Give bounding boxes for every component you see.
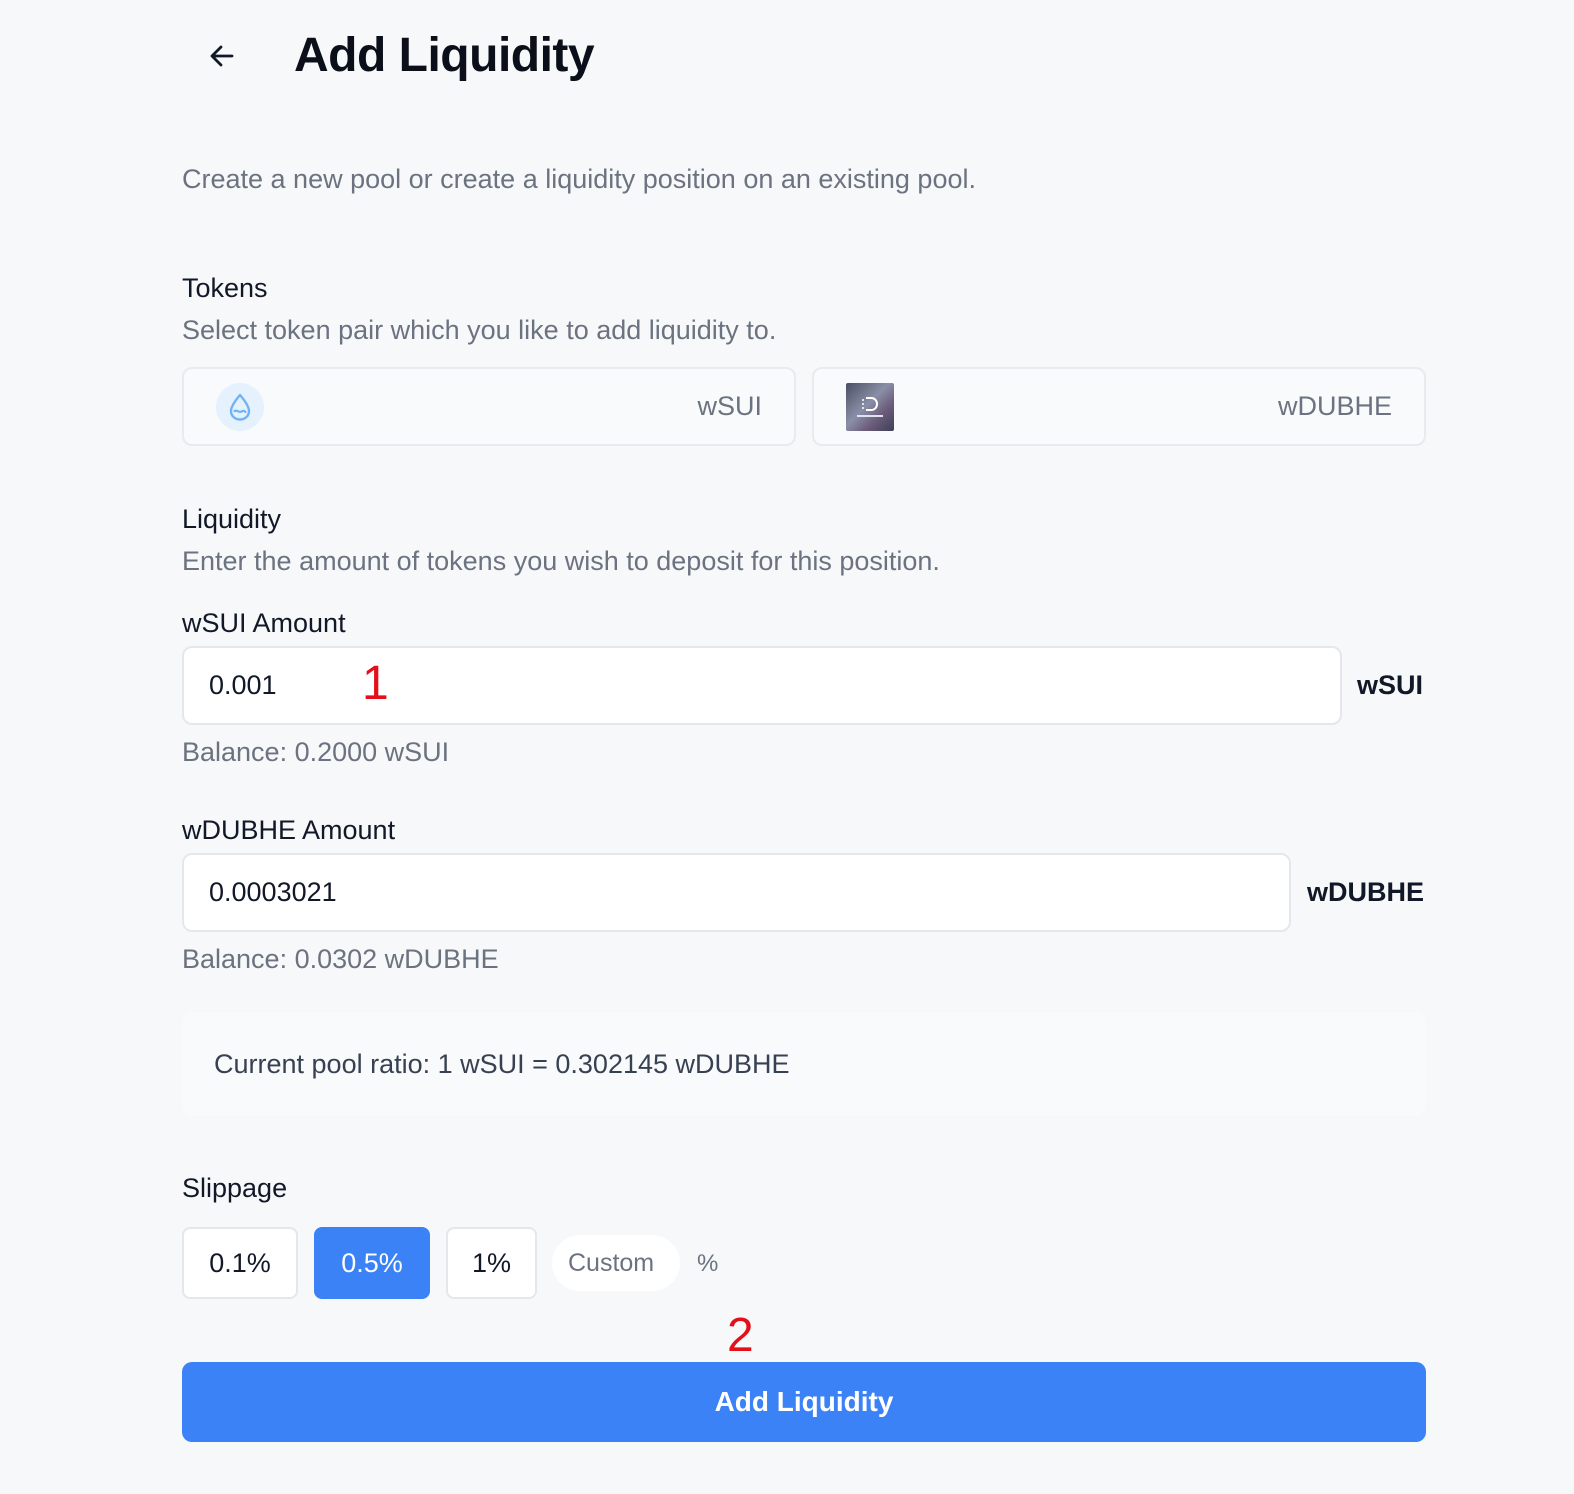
token-a-unit: wSUI <box>1357 670 1424 700</box>
percent-sign: % <box>697 1250 719 1277</box>
annotation-marker-2: 2 <box>727 1309 754 1362</box>
slippage-section-title: Slippage <box>182 1173 288 1203</box>
page-subtitle: Create a new pool or create a liquidity … <box>182 164 976 194</box>
custom-slippage-input[interactable] <box>552 1235 680 1291</box>
slippage-option-1[interactable]: 1% <box>446 1227 537 1299</box>
liquidity-section-title: Liquidity <box>182 504 282 534</box>
token-a-amount-input[interactable] <box>182 646 1342 725</box>
add-liquidity-button[interactable]: Add Liquidity <box>182 1362 1426 1442</box>
token-b-amount-input[interactable] <box>182 853 1291 932</box>
annotation-marker-1: 1 <box>362 657 389 710</box>
tokens-section-title: Tokens <box>182 273 268 303</box>
liquidity-section-description: Enter the amount of tokens you wish to d… <box>182 546 940 576</box>
token-b-amount-label: wDUBHE Amount <box>182 815 396 845</box>
token-b-unit: wDUBHE <box>1307 877 1425 907</box>
token-b-selector[interactable]: wDUBHE <box>812 367 1426 446</box>
token-a-selector[interactable]: wSUI <box>182 367 796 446</box>
token-a-amount-label: wSUI Amount <box>182 608 346 638</box>
pool-ratio-panel: Current pool ratio: 1 wSUI = 0.302145 wD… <box>182 1012 1426 1116</box>
token-b-balance: Balance: 0.0302 wDUBHE <box>182 944 499 974</box>
token-a-name: wSUI <box>697 391 762 421</box>
add-liquidity-page: Add Liquidity Create a new pool or creat… <box>0 0 1574 1494</box>
slippage-option-0-5[interactable]: 0.5% <box>314 1227 430 1299</box>
pool-ratio-text: Current pool ratio: 1 wSUI = 0.302145 wD… <box>214 1048 790 1079</box>
add-liquidity-button-label: Add Liquidity <box>714 1386 894 1417</box>
tokens-section-description: Select token pair which you like to add … <box>182 315 777 345</box>
dubhe-logo-icon <box>846 382 894 431</box>
slippage-option-0-1[interactable]: 0.1% <box>182 1227 298 1299</box>
token-b-name: wDUBHE <box>1277 391 1392 421</box>
sui-droplet-icon <box>216 382 264 431</box>
arrow-left-icon <box>210 45 234 67</box>
page-title: Add Liquidity <box>294 29 595 82</box>
back-button[interactable] <box>202 36 242 76</box>
token-a-balance: Balance: 0.2000 wSUI <box>182 737 450 767</box>
